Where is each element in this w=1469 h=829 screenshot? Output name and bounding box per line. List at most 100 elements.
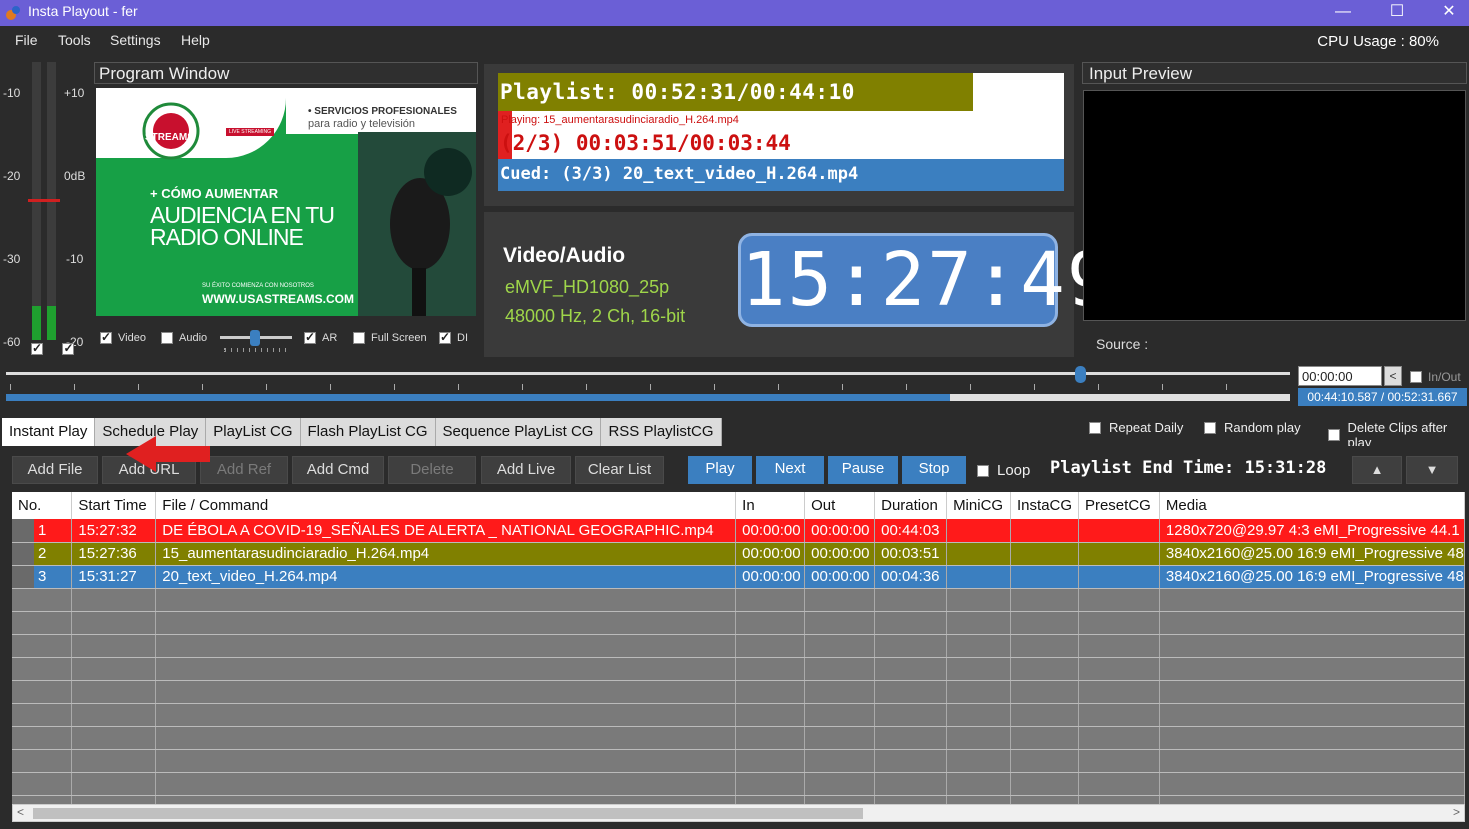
col-presetcg[interactable]: PresetCG [1078,492,1160,519]
scroll-right-button[interactable]: > [1453,805,1460,819]
minimize-button[interactable]: — [1320,0,1366,26]
repeat-daily-option[interactable]: Repeat Daily [1089,420,1183,435]
col-instacg[interactable]: InstaCG [1010,492,1079,519]
col-in[interactable]: In [735,492,806,519]
maximize-button[interactable]: ☐ [1374,0,1420,26]
col-minicg[interactable]: MiniCG [946,492,1012,519]
add-cmd-button[interactable]: Add Cmd [292,456,384,484]
col-out[interactable]: Out [804,492,876,519]
delete-clips-checkbox[interactable] [1328,429,1340,441]
menu-help[interactable]: Help [181,32,210,48]
empty-cell [804,795,876,804]
col-start-time[interactable]: Start Time [71,492,157,519]
play-button[interactable]: Play [688,456,752,484]
add-file-button[interactable]: Add File [12,456,98,484]
empty-row[interactable] [12,726,1465,750]
tab-instant-play[interactable]: Instant Play [2,418,96,446]
ar-option[interactable]: AR [304,330,337,344]
stop-button[interactable]: Stop [902,456,966,484]
add-ref-button[interactable]: Add Ref [200,456,288,484]
empty-row[interactable] [12,611,1465,635]
empty-cell [1078,657,1160,681]
audio-format: 48000 Hz, 2 Ch, 16-bit [505,306,686,326]
loop-option[interactable]: Loop [977,462,1030,479]
cell-no: 1 [12,519,73,543]
next-button[interactable]: Next [756,456,824,484]
col-duration[interactable]: Duration [874,492,948,519]
volume-slider[interactable] [220,330,292,354]
clear-list-button[interactable]: Clear List [575,456,664,484]
move-down-button[interactable]: ▼ [1406,456,1458,484]
video-audio-panel: Video/Audio eMVF_HD1080_25p 48000 Hz, 2 … [484,212,1111,357]
scroll-thumb[interactable] [33,808,863,819]
horizontal-scrollbar[interactable]: < > [12,804,1465,822]
repeat-daily-checkbox[interactable] [1089,421,1101,434]
microphone-image [358,132,476,316]
col-file[interactable]: File / Command [155,492,737,519]
video-option[interactable]: Video [100,330,146,344]
cell-media: 1280x720@29.97 4:3 eMI_Progressive 44.1 [1159,519,1465,543]
pause-button[interactable]: Pause [828,456,898,484]
table-row[interactable]: 2 15:27:36 15_aumentarasudinciaradio_H.264… [12,542,1465,566]
program-window: Program Window STREAMS LIVE STREAMING • … [92,62,478,357]
col-no[interactable]: No. [12,492,73,519]
vu-right-checkbox[interactable] [62,341,75,355]
menu-file[interactable]: File [15,32,38,48]
time-back-button[interactable]: < [1384,366,1402,386]
table-row[interactable]: 3 15:31:27 20_text_video_H.264.mp4 00:00:00… [12,565,1465,589]
empty-cell [1078,634,1160,658]
empty-row[interactable] [12,795,1465,804]
empty-row[interactable] [12,634,1465,658]
empty-row[interactable] [12,588,1465,612]
col-media[interactable]: Media [1159,492,1465,519]
menu-settings[interactable]: Settings [110,32,161,48]
empty-cell [71,634,157,658]
close-button[interactable]: ✕ [1426,0,1469,26]
empty-cell [1010,657,1079,681]
di-option[interactable]: DI [439,330,468,344]
url-text: WWW.USASTREAMS.COM [202,292,354,306]
inout-option[interactable]: In/Out [1410,370,1461,384]
time-input[interactable]: 00:00:00 [1298,366,1382,386]
move-up-button[interactable]: ▲ [1352,456,1402,484]
empty-cell [735,611,806,635]
audio-option[interactable]: Audio [161,332,207,344]
empty-row[interactable] [12,680,1465,704]
fullscreen-option[interactable]: Full Screen [353,332,427,344]
empty-cell [12,634,73,658]
menu-tools[interactable]: Tools [58,32,91,48]
add-live-button[interactable]: Add Live [481,456,571,484]
loop-checkbox[interactable] [977,464,989,477]
empty-cell [804,657,876,681]
scroll-left-button[interactable]: < [17,805,24,819]
vu-left-checkbox[interactable] [31,341,43,355]
delete-button[interactable]: Delete [388,456,476,484]
seek-thumb[interactable] [1075,366,1086,383]
tab-rss-playlist-cg[interactable]: RSS PlaylistCG [601,418,722,446]
cell-start-time: 15:31:27 [71,565,157,589]
random-play-checkbox[interactable] [1204,421,1216,434]
empty-cell [1010,703,1079,727]
headline-2: RADIO ONLINE [150,224,304,250]
table-row[interactable]: 1 15:27:32 DE ÉBOLA A COVID-19_SEÑALES DE … [12,519,1465,543]
seek-track[interactable] [6,372,1290,375]
ar-checkbox[interactable] [304,330,316,344]
empty-row[interactable] [12,772,1465,796]
di-checkbox[interactable] [439,330,451,344]
empty-cell [1010,726,1079,750]
fullscreen-checkbox[interactable] [353,332,365,344]
audio-checkbox[interactable] [161,332,173,344]
tab-sequence-playlist-cg[interactable]: Sequence PlayList CG [435,418,602,446]
title-bar: Insta Playout - fer — ☐ ✕ [0,0,1469,26]
volume-slider-thumb[interactable] [250,330,260,346]
empty-cell [735,703,806,727]
video-checkbox[interactable] [100,330,112,344]
empty-cell [1078,749,1160,773]
empty-row[interactable] [12,749,1465,773]
tab-playlist-cg[interactable]: PlayList CG [206,418,301,446]
inout-checkbox[interactable] [1410,371,1422,383]
empty-row[interactable] [12,703,1465,727]
tab-flash-playlist-cg[interactable]: Flash PlayList CG [300,418,436,446]
random-play-option[interactable]: Random play [1204,420,1301,435]
empty-row[interactable] [12,657,1465,681]
